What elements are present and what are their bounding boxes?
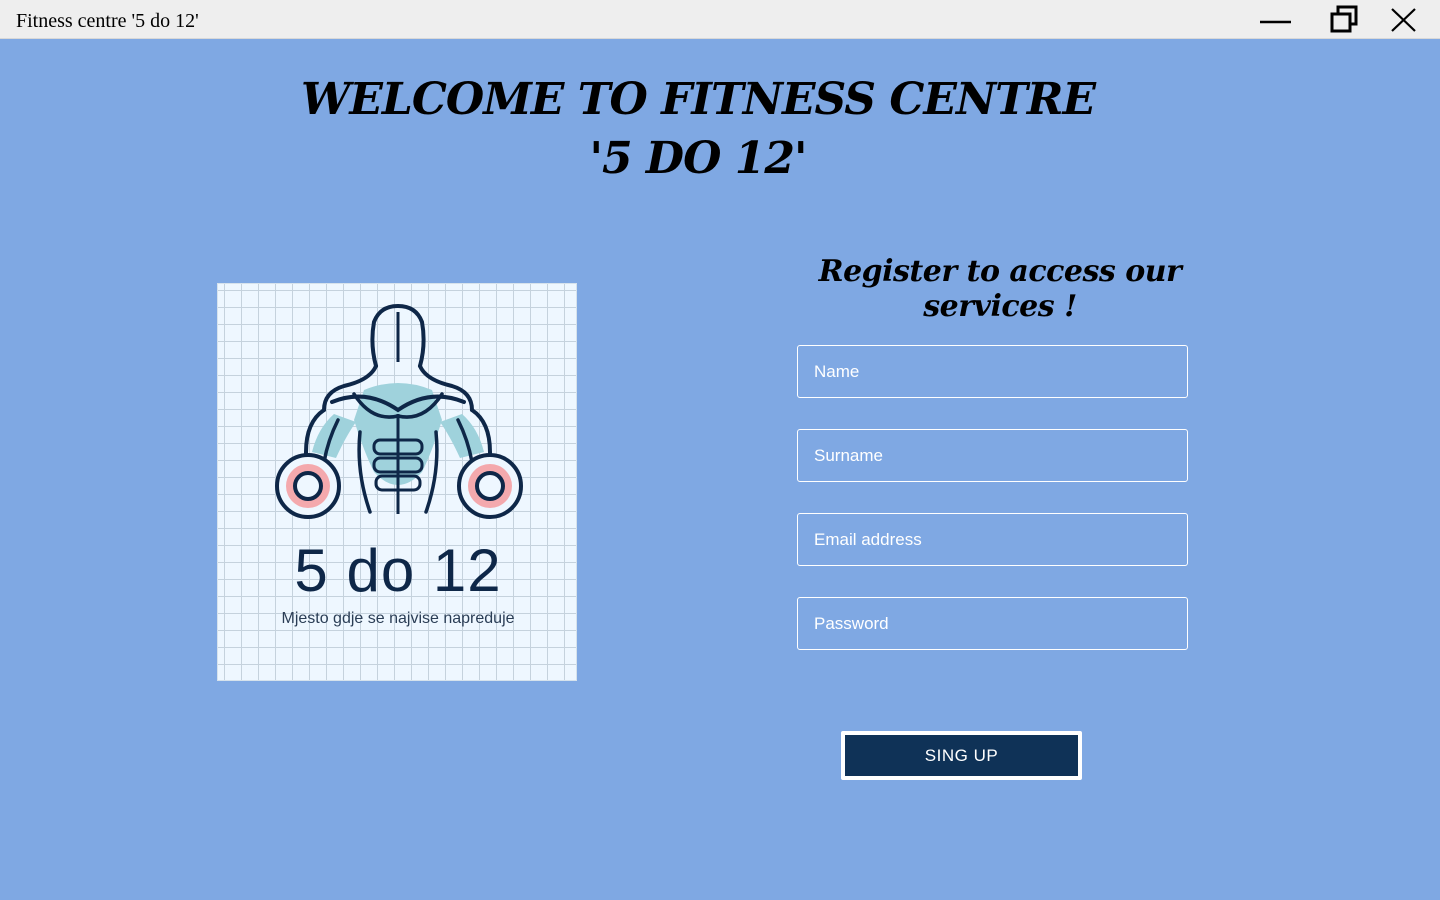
minimize-button[interactable]: [1248, 0, 1304, 39]
minimize-icon: [1260, 20, 1291, 24]
window-titlebar: Fitness centre '5 do 12': [0, 0, 1440, 39]
email-input[interactable]: [797, 513, 1188, 566]
logo-tagline: Mjesto gdje se najvise napreduje: [281, 610, 515, 627]
welcome-heading-line2: '5 DO 12': [589, 133, 808, 184]
close-button[interactable]: [1376, 0, 1432, 39]
close-icon: [1391, 8, 1416, 32]
welcome-heading-line1: WELCOME TO FITNESS CENTRE: [300, 74, 1096, 125]
muscle-torso-dumbbell-icon: [275, 303, 523, 519]
window-title: Fitness centre '5 do 12': [16, 10, 199, 32]
welcome-heading: WELCOME TO FITNESS CENTRE '5 DO 12': [0, 70, 1396, 188]
signup-button[interactable]: SING UP: [841, 731, 1082, 780]
register-heading: Register to access our services !: [818, 254, 1182, 324]
name-input[interactable]: [797, 345, 1188, 398]
restore-icon: [1330, 5, 1358, 33]
restore-button[interactable]: [1316, 0, 1372, 39]
logo-number: 5 do 12: [294, 537, 502, 604]
password-input[interactable]: [797, 597, 1188, 650]
surname-input[interactable]: [797, 429, 1188, 482]
logo-image: 5 do 12 Mjesto gdje se najvise napreduje: [217, 283, 577, 681]
